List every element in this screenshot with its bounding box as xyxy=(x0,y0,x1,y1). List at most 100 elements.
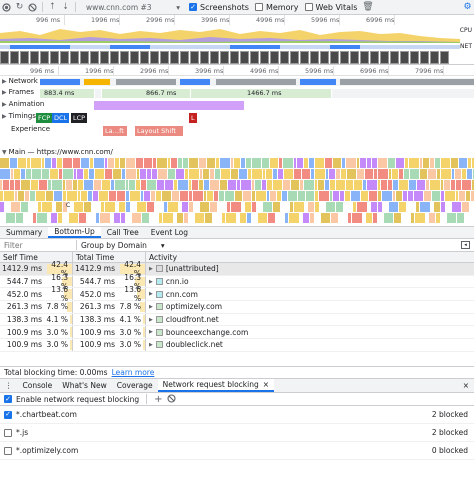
flame-entry[interactable] xyxy=(257,202,262,212)
flame-entry[interactable] xyxy=(263,202,272,212)
flame-entry[interactable] xyxy=(157,180,164,190)
flame-entry[interactable] xyxy=(0,213,5,223)
flame-entry[interactable] xyxy=(53,202,55,212)
fcp-marker[interactable]: FCP xyxy=(36,113,53,123)
flame-entry[interactable] xyxy=(336,202,343,212)
flame-entry[interactable] xyxy=(320,202,325,212)
flame-entry[interactable] xyxy=(333,191,339,201)
flame-entry[interactable] xyxy=(199,180,203,190)
flame-entry[interactable] xyxy=(227,202,230,212)
flame-entry[interactable] xyxy=(325,158,332,168)
flame-entry[interactable] xyxy=(441,180,443,190)
flame-entry[interactable] xyxy=(119,202,125,212)
web-vitals-toggle[interactable]: Web Vitals xyxy=(304,3,357,12)
flame-entry[interactable] xyxy=(3,180,9,190)
flame-entry[interactable] xyxy=(235,191,242,201)
web-vitals-checkbox[interactable] xyxy=(304,3,313,11)
flame-entry[interactable] xyxy=(182,202,188,212)
flame-entry[interactable] xyxy=(11,202,20,212)
flame-entry[interactable] xyxy=(152,169,157,179)
flame-entry[interactable] xyxy=(283,180,290,190)
flame-entry[interactable] xyxy=(399,202,406,212)
flame-entry[interactable] xyxy=(87,213,95,223)
main-flame-chart[interactable] xyxy=(0,158,474,226)
flame-entry[interactable] xyxy=(219,191,224,201)
flame-entry[interactable] xyxy=(252,191,255,201)
flame-entry[interactable] xyxy=(310,213,314,223)
flame-entry[interactable] xyxy=(424,191,431,201)
flame-entry[interactable] xyxy=(141,191,143,201)
flame-entry[interactable] xyxy=(155,202,163,212)
flame-entry[interactable] xyxy=(203,169,209,179)
flame-entry[interactable] xyxy=(282,191,287,201)
flame-entry[interactable] xyxy=(408,191,413,201)
flame-entry[interactable] xyxy=(147,202,154,212)
flame-entry[interactable] xyxy=(94,158,104,168)
flame-entry[interactable] xyxy=(92,202,100,212)
tab-bottom-up[interactable]: Bottom-Up xyxy=(48,227,101,238)
flame-entry[interactable] xyxy=(326,202,335,212)
table-row[interactable]: 1412.9 ms 42.4 % 1412.9 ms 42.4 % ▶ [unattrib… xyxy=(0,260,474,278)
remove-all-icon[interactable] xyxy=(167,393,176,405)
drawer-tab-what-s-new[interactable]: What's New xyxy=(57,379,111,392)
flame-entry[interactable] xyxy=(429,213,435,223)
flame-entry[interactable] xyxy=(345,191,350,201)
flame-entry[interactable] xyxy=(291,180,299,190)
timings-track[interactable]: ▶ Timings FCP DCL LCP L xyxy=(0,112,474,124)
flame-entry[interactable] xyxy=(394,213,401,223)
flame-entry[interactable] xyxy=(420,202,430,212)
flame-entry[interactable] xyxy=(222,213,225,223)
frame-block[interactable]: 1466.7 ms xyxy=(191,89,331,98)
flame-entry[interactable] xyxy=(114,213,120,223)
flame-entry[interactable] xyxy=(341,169,346,179)
flame-entry[interactable] xyxy=(73,180,77,190)
flame-entry[interactable] xyxy=(183,158,188,168)
flame-entry[interactable] xyxy=(451,180,455,190)
flame-entry[interactable] xyxy=(150,213,158,223)
flame-entry[interactable] xyxy=(78,191,80,201)
flame-entry[interactable] xyxy=(441,158,450,168)
flame-entry[interactable] xyxy=(234,158,240,168)
flame-entry[interactable] xyxy=(243,191,251,201)
flame-entry[interactable] xyxy=(168,158,170,168)
flame-entry[interactable] xyxy=(455,169,461,179)
flame-entry[interactable] xyxy=(388,158,395,168)
flame-entry[interactable] xyxy=(388,180,392,190)
flame-entry[interactable] xyxy=(90,158,93,168)
flame-entry[interactable] xyxy=(178,158,182,168)
flame-entry[interactable] xyxy=(221,169,230,179)
flame-entry[interactable] xyxy=(297,158,303,168)
flame-entry[interactable] xyxy=(319,191,329,201)
flame-entry[interactable] xyxy=(144,158,152,168)
layout-shift-block[interactable]: Layout Shift xyxy=(135,126,183,136)
flame-entry[interactable] xyxy=(428,169,436,179)
flame-entry[interactable] xyxy=(132,213,141,223)
flame-entry[interactable] xyxy=(140,169,146,179)
lcp-marker[interactable]: LCP xyxy=(71,113,88,123)
flame-entry[interactable] xyxy=(31,158,41,168)
flame-entry[interactable] xyxy=(54,191,62,201)
flame-entry[interactable] xyxy=(14,169,20,179)
flame-entry[interactable] xyxy=(315,191,318,201)
flame-entry[interactable] xyxy=(367,158,371,168)
flame-entry[interactable] xyxy=(50,169,58,179)
flame-entry[interactable] xyxy=(290,202,293,212)
flame-entry[interactable] xyxy=(374,169,377,179)
flame-entry[interactable] xyxy=(403,191,407,201)
flame-entry[interactable] xyxy=(346,180,353,190)
flame-entry[interactable] xyxy=(405,158,408,168)
flame-entry[interactable] xyxy=(21,169,25,179)
flame-entry[interactable] xyxy=(237,213,239,223)
flame-entry[interactable] xyxy=(220,180,227,190)
reload-icon[interactable]: ↻ xyxy=(13,1,26,14)
close-drawer-icon[interactable]: × xyxy=(458,379,474,392)
table-row[interactable]: 544.7 ms 16.3 % 544.7 ms 16.3 % ▶ cnn.io xyxy=(0,273,474,291)
flame-entry[interactable] xyxy=(168,169,175,179)
flame-entry[interactable] xyxy=(256,191,266,201)
flame-entry[interactable] xyxy=(325,180,329,190)
flame-entry[interactable] xyxy=(239,169,247,179)
flame-entry[interactable] xyxy=(298,191,305,201)
flame-entry[interactable] xyxy=(165,180,173,190)
flame-entry[interactable] xyxy=(6,213,15,223)
flame-entry[interactable] xyxy=(151,191,155,201)
